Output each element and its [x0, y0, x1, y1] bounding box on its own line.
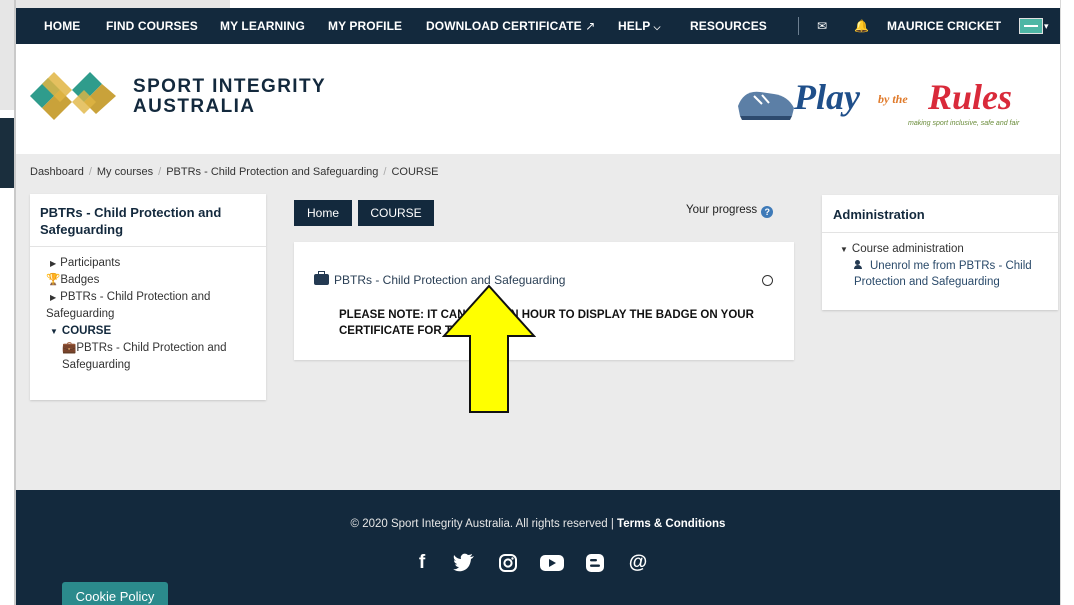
nav-participants-label: Participants [60, 257, 121, 269]
footer-copyright: © 2020 Sport Integrity Australia. All ri… [16, 518, 1060, 530]
site-header: SPORT INTEGRITY AUSTRALIA Play by the Ru… [16, 44, 1060, 154]
nav-find-courses[interactable]: FIND COURSES [106, 8, 198, 44]
user-menu-name[interactable]: MAURICE CRICKET [887, 8, 1001, 44]
nav-help-label: HELP [618, 19, 651, 33]
breadcrumb-separator: / [88, 166, 92, 178]
unenrol-label: Unenrol me from PBTRs - Child Protection… [854, 260, 1032, 288]
nav-participants[interactable]: ▶ Participants [30, 255, 266, 272]
nav-course-link-label: PBTRs - Child Protection and Safeguardin… [46, 291, 211, 320]
external-link-icon: ↗ [585, 19, 596, 33]
youtube-icon[interactable] [539, 550, 565, 576]
tab-course[interactable]: COURSE [358, 200, 434, 226]
avatar[interactable] [1019, 18, 1043, 34]
pbtr-tagline: making sport inclusive, safe and fair [908, 120, 1020, 127]
trophy-icon: 🏆 [46, 274, 61, 286]
user-remove-icon [854, 260, 868, 269]
briefcase-icon: 💼 [62, 342, 77, 354]
administration-block: Administration ▼ Course administration Un… [822, 195, 1058, 310]
course-section-card: PBTRs - Child Protection and Safeguardin… [294, 242, 794, 360]
brand-line-1: SPORT INTEGRITY [133, 76, 327, 97]
breadcrumb-separator: / [158, 166, 162, 178]
pbtr-rules-word: Rules [928, 77, 1013, 117]
brand-line-2: AUSTRALIA [133, 96, 256, 117]
completion-checkbox[interactable] [762, 275, 773, 286]
instagram-icon[interactable] [495, 550, 521, 576]
nav-badges[interactable]: 🏆Badges [30, 272, 266, 289]
copyright-text: © 2020 Sport Integrity Australia. All ri… [350, 518, 614, 530]
email-at-icon[interactable]: @ [625, 550, 651, 576]
course-administration-node[interactable]: ▼ Course administration [840, 241, 1058, 258]
nav-my-learning[interactable]: MY LEARNING [220, 8, 305, 44]
pbtr-by-the-word: by the [878, 92, 908, 106]
tab-home[interactable]: Home [294, 200, 352, 226]
twitter-icon[interactable] [451, 550, 477, 576]
sneaker-icon [738, 91, 794, 120]
course-navigation-tree: ▶ Participants 🏆Badges ▶ PBTRs - Child Pro… [30, 247, 266, 374]
nav-course-section[interactable]: ▼ COURSE [30, 323, 266, 340]
cookie-policy-button[interactable]: Cookie Policy [62, 582, 168, 605]
briefcase-icon [314, 271, 329, 285]
nav-download-certificate-label: DOWNLOAD CERTIFICATE [426, 19, 582, 33]
user-menu-chevron-icon[interactable]: ▾ [1044, 8, 1049, 44]
breadcrumb-separator: / [383, 166, 387, 178]
breadcrumb-dashboard[interactable]: Dashboard [30, 166, 84, 178]
nav-course-link[interactable]: ▶ PBTRs - Child Protection and Safeguardi… [30, 289, 266, 323]
terms-link[interactable]: Terms & Conditions [617, 518, 725, 530]
course-administration-label: Course administration [851, 243, 964, 255]
breadcrumb-course-name[interactable]: PBTRs - Child Protection and Safeguardin… [166, 166, 378, 178]
nav-home[interactable]: HOME [44, 8, 80, 44]
course-navigation-title: PBTRs - Child Protection and Safeguardin… [30, 194, 266, 247]
nav-my-profile[interactable]: MY PROFILE [328, 8, 402, 44]
notifications-bell-icon[interactable]: 🔔 [854, 8, 869, 44]
chevron-down-icon: ⌵ [653, 22, 661, 32]
progress-help-icon[interactable]: ? [761, 206, 774, 218]
browser-page: HOME FIND COURSES MY LEARNING MY PROFILE… [16, 8, 1060, 605]
administration-title: Administration [822, 195, 1058, 233]
nav-divider [798, 17, 799, 35]
nav-help-dropdown[interactable]: HELP ⌵ [618, 8, 661, 44]
pbtr-play-word: Play [794, 77, 860, 117]
nav-resources[interactable]: RESOURCES [690, 8, 767, 44]
top-navbar: HOME FIND COURSES MY LEARNING MY PROFILE… [16, 8, 1060, 44]
play-by-the-rules-logo[interactable]: Play by the Rules making sport inclusive… [728, 70, 1058, 132]
breadcrumb-course-section[interactable]: COURSE [391, 166, 438, 178]
breadcrumb: Dashboard / My courses / PBTRs - Child Prote… [30, 166, 439, 178]
site-footer: © 2020 Sport Integrity Australia. All ri… [16, 490, 1060, 605]
administration-list: ▼ Course administration Unenrol me from P… [822, 233, 1058, 290]
messages-icon[interactable]: ✉ [817, 8, 827, 44]
caret-down-icon: ▼ [50, 327, 58, 336]
brand-name: SPORT INTEGRITY AUSTRALIA [133, 77, 326, 117]
facebook-icon[interactable]: f [409, 550, 435, 576]
breadcrumb-my-courses[interactable]: My courses [97, 166, 153, 178]
right-border-strip [1060, 0, 1074, 605]
nav-activity-link[interactable]: 💼PBTRs - Child Protection and Safeguardi… [30, 340, 266, 374]
caret-right-icon: ▶ [50, 259, 57, 268]
caret-down-icon: ▼ [840, 245, 848, 254]
progress-indicator: Your progress? [686, 204, 774, 218]
blogger-icon[interactable] [582, 550, 608, 576]
nav-badges-label: Badges [60, 274, 100, 286]
left-background-accent [0, 118, 14, 188]
sport-integrity-logo-icon[interactable] [30, 68, 116, 124]
nav-activity-label: PBTRs - Child Protection and Safeguardin… [62, 342, 227, 371]
unenrol-link[interactable]: Unenrol me from PBTRs - Child Protection… [840, 258, 1058, 290]
nav-download-certificate[interactable]: DOWNLOAD CERTIFICATE ↗ [426, 8, 595, 44]
caret-right-icon: ▶ [50, 293, 57, 302]
nav-course-section-label: COURSE [61, 325, 112, 337]
course-navigation-block: PBTRs - Child Protection and Safeguardin… [30, 194, 266, 400]
badge-notice-text: PLEASE NOTE: IT CAN TAKE AN HOUR TO DISP… [339, 309, 754, 337]
yellow-up-arrow-annotation [442, 284, 536, 413]
progress-label: Your progress [686, 204, 758, 216]
